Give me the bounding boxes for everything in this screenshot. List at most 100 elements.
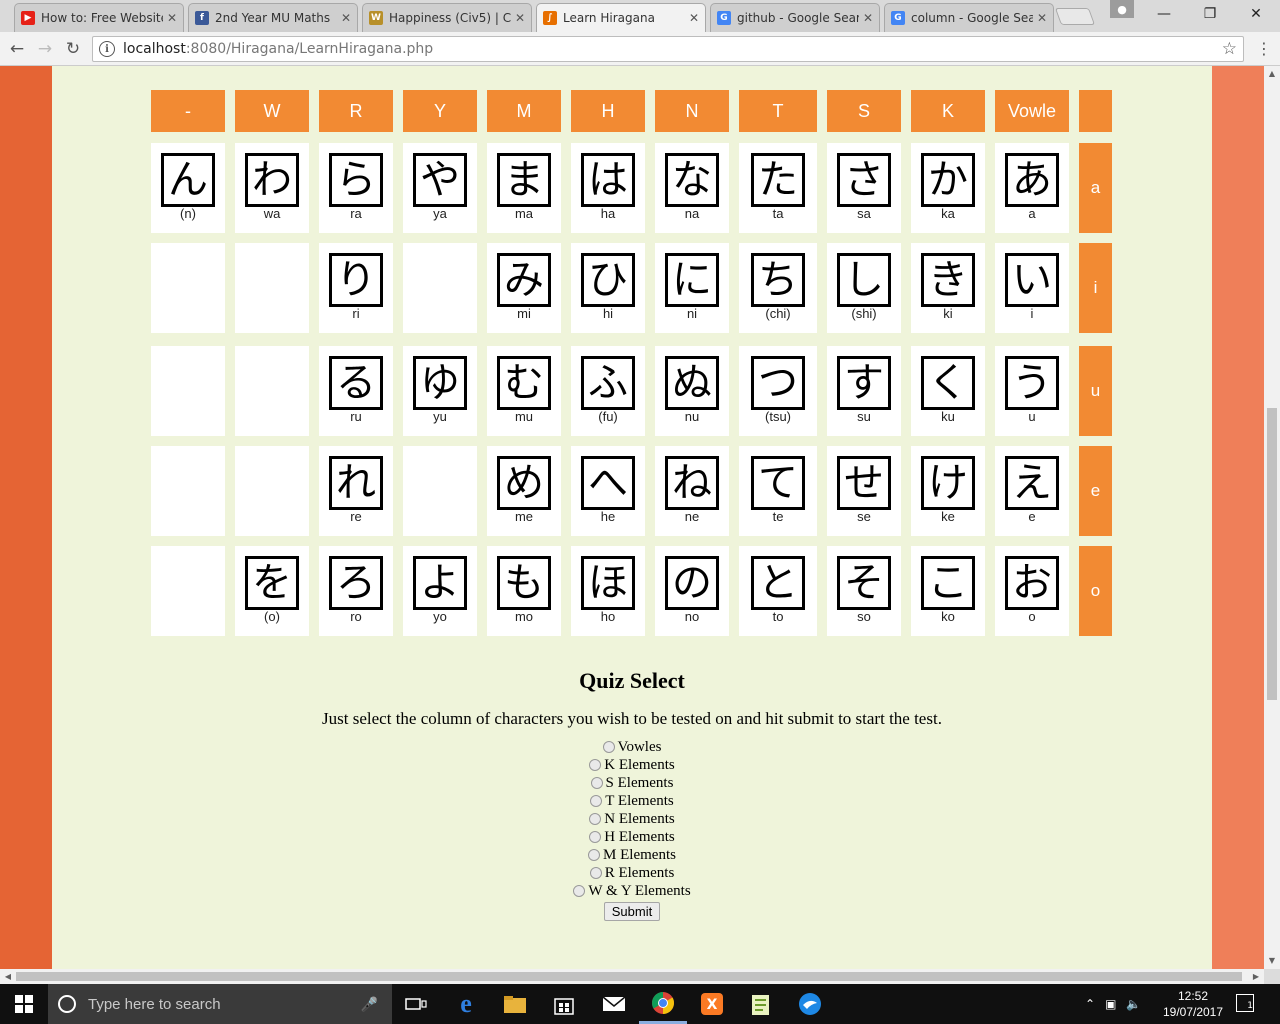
clock[interactable]: 12:52 19/07/2017 [1160, 988, 1226, 1020]
kana-cell[interactable]: れ re [319, 446, 393, 536]
browser-tab[interactable]: Ggithub - Google Sear ✕ [710, 3, 880, 32]
radio-button[interactable] [588, 849, 601, 861]
kana-cell[interactable]: て te [739, 446, 817, 536]
submit-button[interactable]: Submit [603, 902, 661, 921]
tab-close-icon[interactable]: ✕ [863, 11, 873, 25]
file-explorer-icon[interactable] [491, 984, 539, 1024]
kana-cell[interactable]: め me [487, 446, 561, 536]
notepad-plus-icon[interactable] [737, 984, 785, 1024]
kana-cell[interactable]: は ha [571, 143, 645, 233]
kana-cell[interactable]: み mi [487, 243, 561, 333]
menu-dots-icon[interactable]: ⋮ [1254, 38, 1274, 60]
kana-cell[interactable]: を (o) [235, 546, 309, 636]
kana-cell[interactable]: す su [827, 346, 901, 436]
kana-cell[interactable]: せ se [827, 446, 901, 536]
tab-close-icon[interactable]: ✕ [341, 11, 351, 25]
radio-button[interactable] [589, 831, 602, 843]
tab-close-icon[interactable]: ✕ [515, 11, 525, 25]
taskbar-search[interactable]: Type here to search 🎤 [48, 984, 392, 1024]
reload-icon[interactable]: ↻ [62, 38, 84, 60]
vertical-scrollbar[interactable]: ▲ ▼ [1264, 66, 1280, 969]
task-view-icon[interactable] [392, 984, 440, 1024]
microphone-icon[interactable]: 🎤 [361, 996, 378, 1013]
kana-cell[interactable]: こ ko [911, 546, 985, 636]
new-tab-button[interactable] [1054, 8, 1096, 25]
bookmark-star-icon[interactable]: ☆ [1222, 39, 1237, 59]
quiz-option[interactable]: S Elements [52, 774, 1212, 792]
kana-cell[interactable]: えe [995, 446, 1069, 536]
radio-button[interactable] [589, 867, 602, 879]
radio-button[interactable] [590, 777, 603, 789]
xampp-icon[interactable]: X [688, 984, 736, 1024]
quiz-option[interactable]: R Elements [52, 864, 1212, 882]
minimize-icon[interactable]: — [1141, 0, 1187, 28]
vertical-scroll-thumb[interactable] [1267, 408, 1277, 700]
kana-cell[interactable]: し (shi) [827, 243, 901, 333]
radio-button[interactable] [573, 885, 586, 897]
browser-tab[interactable]: ∫ Learn Hiragana ✕ [536, 3, 706, 32]
scroll-up-icon[interactable]: ▲ [1264, 66, 1280, 80]
radio-button[interactable] [589, 813, 602, 825]
kana-cell[interactable]: あa [995, 143, 1069, 233]
kana-cell[interactable]: に ni [655, 243, 729, 333]
forward-icon[interactable]: → [34, 38, 56, 60]
chrome-icon[interactable] [639, 984, 687, 1024]
scroll-left-icon[interactable]: ◀ [0, 969, 16, 983]
kana-cell[interactable]: り ri [319, 243, 393, 333]
kana-cell[interactable]: る ru [319, 346, 393, 436]
quiz-option[interactable]: M Elements [52, 846, 1212, 864]
scroll-right-icon[interactable]: ▶ [1248, 969, 1264, 983]
kana-cell[interactable]: の no [655, 546, 729, 636]
kana-cell[interactable]: き ki [911, 243, 985, 333]
notification-center-icon[interactable]: 1 [1236, 994, 1254, 1012]
kana-cell[interactable]: く ku [911, 346, 985, 436]
tab-close-icon[interactable]: ✕ [689, 11, 699, 25]
back-icon[interactable]: ← [6, 38, 28, 60]
tray-chevron-icon[interactable]: ⌃ [1085, 997, 1095, 1011]
kana-cell[interactable]: うu [995, 346, 1069, 436]
kana-cell[interactable]: いi [995, 243, 1069, 333]
kana-cell[interactable]: おo [995, 546, 1069, 636]
network-icon[interactable]: ▣ [1105, 997, 1116, 1011]
tab-close-icon[interactable]: ✕ [1037, 11, 1047, 25]
kana-cell[interactable]: へ he [571, 446, 645, 536]
kana-cell[interactable]: ひ hi [571, 243, 645, 333]
browser-tab[interactable]: ▶ How to: Free Website ✕ [14, 3, 184, 32]
kana-cell[interactable]: か ka [911, 143, 985, 233]
kana-cell[interactable]: さ sa [827, 143, 901, 233]
quiz-option[interactable]: N Elements [52, 810, 1212, 828]
radio-button[interactable] [589, 759, 602, 771]
kana-cell[interactable]: つ (tsu) [739, 346, 817, 436]
quiz-option[interactable]: K Elements [52, 756, 1212, 774]
close-window-icon[interactable]: ✕ [1233, 0, 1279, 28]
kana-cell[interactable]: ま ma [487, 143, 561, 233]
quiz-option[interactable]: H Elements [52, 828, 1212, 846]
kana-cell[interactable]: も mo [487, 546, 561, 636]
kana-cell[interactable]: ね ne [655, 446, 729, 536]
scroll-down-icon[interactable]: ▼ [1264, 953, 1280, 967]
horizontal-scrollbar[interactable]: ◀ ▶ [0, 969, 1264, 984]
kana-cell[interactable]: ん (n) [151, 143, 225, 233]
kana-cell[interactable]: け ke [911, 446, 985, 536]
quiz-option[interactable]: T Elements [52, 792, 1212, 810]
kana-cell[interactable]: わ wa [235, 143, 309, 233]
kana-cell[interactable]: ぬ nu [655, 346, 729, 436]
kana-cell[interactable]: ゆ yu [403, 346, 477, 436]
profile-icon[interactable]: ● [1110, 0, 1134, 18]
horizontal-scroll-thumb[interactable] [16, 972, 1242, 981]
quiz-option[interactable]: W & Y Elements [52, 882, 1212, 900]
edge-icon[interactable]: e [442, 984, 490, 1024]
kana-cell[interactable]: た ta [739, 143, 817, 233]
tab-close-icon[interactable]: ✕ [167, 11, 177, 25]
browser-tab[interactable]: Gcolumn - Google Sea ✕ [884, 3, 1054, 32]
radio-button[interactable] [590, 795, 603, 807]
site-info-icon[interactable]: i [99, 41, 115, 57]
radio-button[interactable] [602, 741, 615, 753]
kana-cell[interactable]: ち (chi) [739, 243, 817, 333]
quiz-option[interactable]: Vowles [52, 738, 1212, 756]
browser-tab[interactable]: f 2nd Year MU Maths ✕ [188, 3, 358, 32]
kana-cell[interactable]: よ yo [403, 546, 477, 636]
kana-cell[interactable]: ら ra [319, 143, 393, 233]
kana-cell[interactable]: や ya [403, 143, 477, 233]
app-bird-icon[interactable] [786, 984, 834, 1024]
